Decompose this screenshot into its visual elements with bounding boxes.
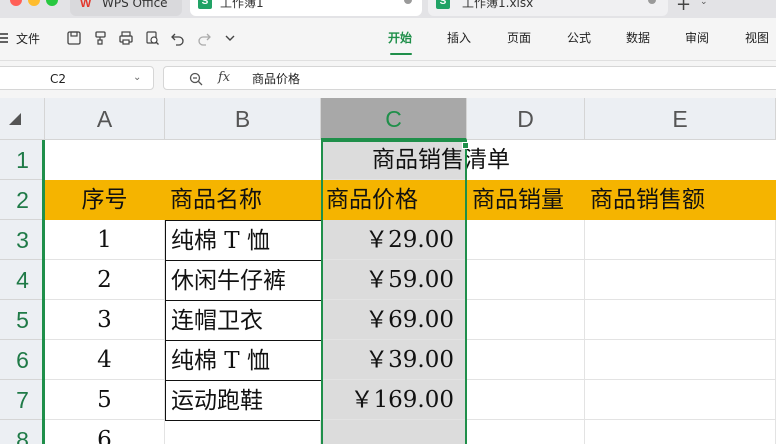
- tab-formula[interactable]: 公式: [567, 30, 591, 46]
- print-preview-icon[interactable]: [144, 30, 160, 46]
- cell-d8[interactable]: [467, 420, 585, 444]
- new-tab-button[interactable]: +: [676, 0, 691, 14]
- format-painter-icon[interactable]: [92, 30, 108, 46]
- header-cell-e2[interactable]: 商品销售额: [585, 180, 776, 220]
- header-cell-d2[interactable]: 商品销量: [467, 180, 585, 220]
- cell-c8[interactable]: [321, 420, 467, 444]
- header-cell-a2[interactable]: 序号: [45, 180, 165, 220]
- function-icon[interactable]: fx: [218, 70, 230, 86]
- tab-view[interactable]: 视图: [745, 30, 769, 46]
- cell-a8[interactable]: 6: [45, 420, 165, 444]
- cell-b5[interactable]: 连帽卫衣: [165, 300, 322, 341]
- cell-b6[interactable]: 纯棉 T 恤: [165, 340, 322, 381]
- column-header-c[interactable]: C: [321, 98, 467, 140]
- ribbon-toolbar: 文件 开始 插入 页面 公式 数据 审阅 视图: [0, 18, 776, 60]
- cell-a6[interactable]: 4: [45, 340, 165, 380]
- tab-review[interactable]: 审阅: [685, 30, 709, 46]
- formula-bar: C2 ⌄ fx 商品价格: [0, 60, 776, 98]
- spreadsheet-s-icon: S: [198, 0, 212, 9]
- cell-d4[interactable]: [467, 260, 585, 300]
- cell-e7[interactable]: [585, 380, 776, 420]
- close-window-button[interactable]: [10, 0, 22, 6]
- redo-icon[interactable]: [196, 30, 212, 46]
- cell-e8[interactable]: [585, 420, 776, 444]
- column-header-b[interactable]: B: [165, 98, 321, 140]
- tab-label: 工作簿1.xlsx: [462, 0, 534, 10]
- column-header-a[interactable]: A: [45, 98, 165, 140]
- cell-d3[interactable]: [467, 220, 585, 260]
- zoom-window-button[interactable]: [46, 0, 58, 6]
- row-header-2[interactable]: 2: [0, 180, 45, 220]
- cell-c5[interactable]: ￥69.00: [321, 300, 467, 340]
- spreadsheet-s-icon: S: [436, 0, 450, 9]
- tab-workbook1[interactable]: S 工作簿1: [190, 0, 422, 16]
- wps-logo-icon: W: [80, 0, 92, 10]
- cell-e6[interactable]: [585, 340, 776, 380]
- cell-c3[interactable]: ￥29.00: [321, 220, 467, 260]
- cell-a3[interactable]: 1: [45, 220, 165, 260]
- cell-b7[interactable]: 运动跑鞋: [165, 380, 322, 421]
- cell-c7[interactable]: ￥169.00: [321, 380, 467, 420]
- cell-e5[interactable]: [585, 300, 776, 340]
- cell-d7[interactable]: [467, 380, 585, 420]
- cell-c4[interactable]: ￥59.00: [321, 260, 467, 300]
- cell-d5[interactable]: [467, 300, 585, 340]
- tab-label: 工作簿1: [220, 0, 264, 10]
- chevron-down-icon[interactable]: [222, 30, 238, 46]
- tab-label: WPS Office: [102, 0, 168, 10]
- menu-icon[interactable]: [0, 30, 12, 46]
- cell-reference: C2: [50, 72, 67, 86]
- row-header-5[interactable]: 5: [0, 300, 45, 340]
- chevron-down-icon[interactable]: ⌄: [133, 72, 141, 83]
- row-header-1[interactable]: 1: [0, 140, 45, 180]
- fill-handle[interactable]: [462, 142, 469, 149]
- cell-b3[interactable]: 纯棉 T 恤: [165, 220, 322, 261]
- cell-a7[interactable]: 5: [45, 380, 165, 420]
- name-box[interactable]: C2 ⌄: [0, 66, 154, 90]
- cell-c6[interactable]: ￥39.00: [321, 340, 467, 380]
- row-header-7[interactable]: 7: [0, 380, 45, 420]
- close-tab-icon[interactable]: [648, 0, 656, 4]
- cell-b8[interactable]: [165, 420, 321, 444]
- select-all-triangle-icon: [9, 113, 21, 125]
- sheet-title[interactable]: 商品销售清单: [45, 140, 776, 180]
- header-cell-c2[interactable]: 商品价格: [321, 180, 467, 220]
- tab-menu-icon[interactable]: ⌄: [700, 0, 708, 7]
- row-header-8[interactable]: 8: [0, 420, 45, 444]
- tab-home[interactable]: 开始: [388, 30, 412, 46]
- print-icon[interactable]: [118, 30, 134, 46]
- cell-b4[interactable]: 休闲牛仔裤: [165, 260, 322, 301]
- file-menu-button[interactable]: 文件: [16, 31, 40, 47]
- tab-data[interactable]: 数据: [626, 30, 650, 46]
- tab-page[interactable]: 页面: [507, 30, 531, 46]
- column-header-e[interactable]: E: [585, 98, 776, 140]
- minimize-window-button[interactable]: [28, 0, 40, 6]
- zoom-search-icon[interactable]: [188, 71, 204, 87]
- close-tab-icon[interactable]: [404, 0, 412, 4]
- undo-icon[interactable]: [170, 30, 186, 46]
- header-cell-b2[interactable]: 商品名称: [165, 180, 321, 220]
- column-header-d[interactable]: D: [467, 98, 585, 140]
- tab-workbook1-xlsx[interactable]: S 工作簿1.xlsx: [428, 0, 668, 16]
- cell-d6[interactable]: [467, 340, 585, 380]
- formula-input[interactable]: fx 商品价格: [163, 66, 776, 90]
- save-icon[interactable]: [66, 30, 82, 46]
- tab-wps-office[interactable]: W WPS Office: [70, 0, 182, 16]
- tab-insert[interactable]: 插入: [447, 30, 471, 46]
- sheet-grid: A B C D E 1 2 3 4 5 6 7 8 商品销售清单 序号 商品名称…: [0, 98, 776, 444]
- row-header-6[interactable]: 6: [0, 340, 45, 380]
- row-header-3[interactable]: 3: [0, 220, 45, 260]
- formula-content: 商品价格: [252, 72, 301, 86]
- cell-e3[interactable]: [585, 220, 776, 260]
- spreadsheet-app: W WPS Office S 工作簿1 S 工作簿1.xlsx + ⌄ 文件 开…: [0, 0, 776, 444]
- cell-a5[interactable]: 3: [45, 300, 165, 340]
- select-all-corner[interactable]: [0, 98, 45, 140]
- title-bar: W WPS Office S 工作簿1 S 工作簿1.xlsx + ⌄: [0, 0, 776, 18]
- active-tab-indicator: [390, 53, 412, 55]
- cell-a4[interactable]: 2: [45, 260, 165, 300]
- row-header-4[interactable]: 4: [0, 260, 45, 300]
- cell-e4[interactable]: [585, 260, 776, 300]
